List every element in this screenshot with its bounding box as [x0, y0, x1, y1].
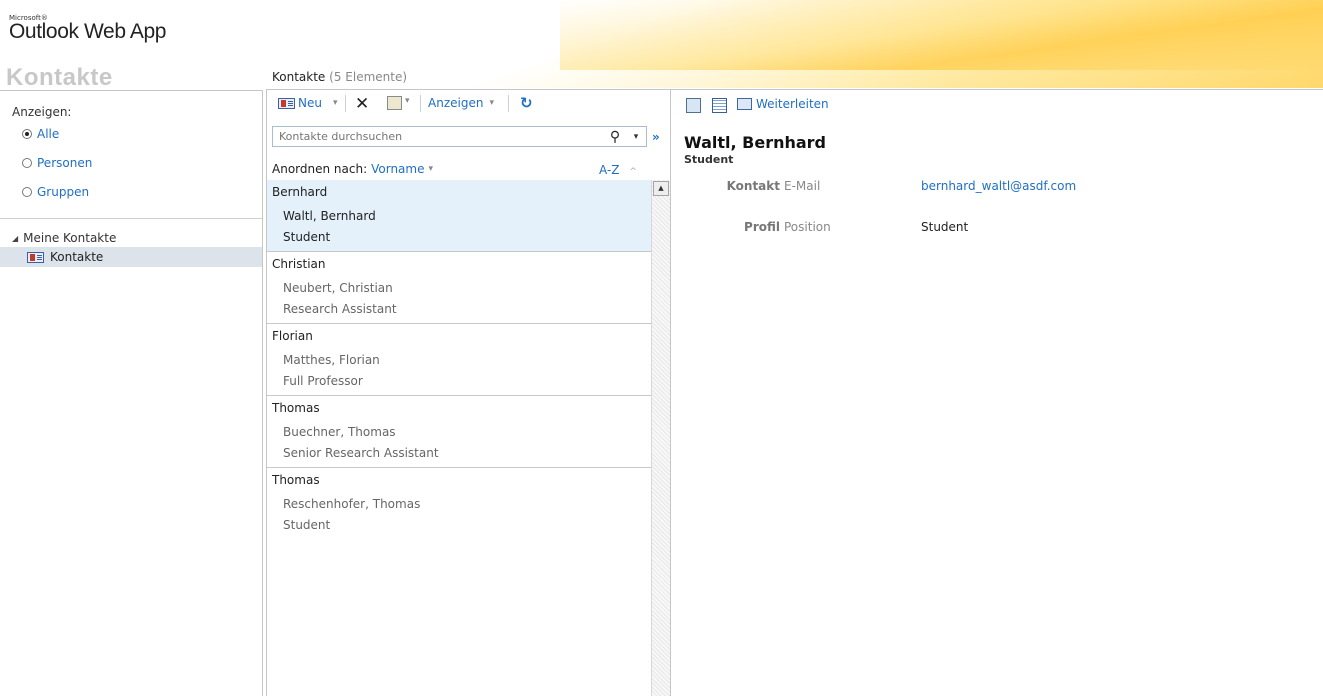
sort-order-toggle[interactable]: A-Z ^	[599, 163, 637, 177]
contact-title: Research Assistant	[283, 302, 397, 316]
app-logo: Outlook Web App	[9, 20, 167, 43]
filter-persons[interactable]: Personen	[22, 156, 92, 170]
group-header: Bernhard	[272, 185, 328, 199]
navigation-pane: Anzeigen: Alle Personen Gruppen ◢ Meine …	[0, 90, 263, 696]
contact-list-pane: Neu ▾ ✕ ▾ Anzeigen ▾ ↻ ⚲ ▾ » Anordnen na…	[266, 89, 671, 696]
section-contact: Kontakt	[726, 179, 780, 193]
search-icon[interactable]: ⚲	[604, 129, 626, 145]
group-header: Christian	[272, 257, 326, 271]
radio-checked-icon[interactable]	[22, 129, 32, 139]
header-decoration	[560, 0, 1323, 70]
contact-row[interactable]: Thomas Reschenhofer, Thomas Student	[267, 468, 651, 540]
sort-order-label: A-Z	[599, 163, 620, 177]
view-button[interactable]: Anzeigen ▾	[428, 96, 494, 110]
move-copy-icon[interactable]	[387, 96, 402, 110]
group-header: Thomas	[272, 473, 320, 487]
contact-name: Matthes, Florian	[283, 353, 380, 367]
list-title-text: Kontakte	[272, 70, 326, 84]
forward-envelope-icon	[737, 98, 752, 110]
sort-bar: Anordnen nach: Vorname ▾	[272, 162, 433, 176]
search-input[interactable]	[273, 127, 604, 146]
contacts-folder-icon	[27, 251, 44, 263]
contact-display-subtitle: Student	[684, 153, 734, 166]
email-link[interactable]: bernhard_waltl@asdf.com	[921, 179, 1076, 193]
sort-ascending-icon: ^	[629, 167, 637, 177]
contact-title: Full Professor	[283, 374, 363, 388]
tree-my-contacts[interactable]: ◢ Meine Kontakte	[12, 231, 116, 245]
forward-button[interactable]: Weiterleiten	[737, 97, 829, 111]
expand-search-icon[interactable]: »	[652, 130, 660, 144]
contact-row[interactable]: Florian Matthes, Florian Full Professor	[267, 324, 651, 396]
folder-contacts-label: Kontakte	[50, 250, 104, 264]
contact-name: Reschenhofer, Thomas	[283, 497, 421, 511]
search-box: ⚲ ▾	[272, 126, 647, 147]
chevron-down-icon[interactable]: ▾	[333, 98, 338, 108]
contact-row[interactable]: Christian Neubert, Christian Research As…	[267, 252, 651, 324]
contact-title: Student	[283, 230, 331, 244]
list-count: (5 Elemente)	[329, 70, 408, 84]
tree-my-contacts-label: Meine Kontakte	[23, 231, 117, 245]
folder-contacts[interactable]: Kontakte	[0, 247, 262, 267]
show-filter-label: Anzeigen:	[12, 105, 72, 119]
group-header: Thomas	[272, 401, 320, 415]
list-title: Kontakte (5 Elemente)	[272, 70, 407, 84]
scroll-up-icon[interactable]: ▲	[653, 181, 669, 196]
chevron-down-icon[interactable]: ▾	[405, 96, 410, 106]
section-profile: Profil	[744, 220, 780, 234]
delete-icon[interactable]: ✕	[355, 94, 369, 114]
filter-groups[interactable]: Gruppen	[22, 185, 89, 199]
view-button-label: Anzeigen	[428, 96, 484, 110]
contact-name: Neubert, Christian	[283, 281, 393, 295]
position-label: Position	[784, 220, 831, 234]
email-label: E-Mail	[784, 179, 821, 193]
radio-icon[interactable]	[22, 187, 32, 197]
filter-all-label: Alle	[37, 127, 60, 141]
contact-name: Buechner, Thomas	[283, 425, 396, 439]
contact-name: Waltl, Bernhard	[283, 209, 376, 223]
toolbar-divider	[420, 95, 421, 112]
contact-display-name: Waltl, Bernhard	[684, 133, 826, 152]
list-toolbar: Neu ▾ ✕ ▾ Anzeigen ▾ ↻	[267, 90, 670, 118]
reading-pane: Weiterleiten Waltl, Bernhard Student Kon…	[670, 89, 1323, 696]
contact-row[interactable]: Bernhard Waltl, Bernhard Student	[267, 180, 651, 252]
edit-contact-icon[interactable]	[686, 98, 701, 113]
chevron-down-icon[interactable]: ▾	[489, 98, 494, 108]
sort-field-dropdown[interactable]: Vorname	[371, 162, 424, 176]
list-scrollbar[interactable]: ▲	[651, 180, 670, 696]
refresh-icon[interactable]: ↻	[520, 94, 533, 112]
filter-all[interactable]: Alle	[22, 127, 59, 141]
contact-row[interactable]: Thomas Buechner, Thomas Senior Research …	[267, 396, 651, 468]
new-contact-button[interactable]: Neu ▾	[278, 96, 338, 110]
toolbar-divider	[345, 95, 346, 112]
app-header: Microsoft® Outlook Web App Kontakte	[0, 0, 1323, 91]
expand-triangle-icon[interactable]: ◢	[12, 234, 18, 243]
toolbar-divider	[508, 95, 509, 112]
position-value: Student	[921, 220, 969, 234]
filter-groups-label: Gruppen	[37, 185, 90, 199]
filter-persons-label: Personen	[37, 156, 93, 170]
contact-title: Student	[283, 518, 331, 532]
nav-divider	[0, 218, 262, 219]
module-title: Kontakte	[6, 64, 113, 91]
new-contact-icon	[278, 97, 295, 109]
move-dropdown[interactable]: ▾	[405, 96, 410, 106]
calendar-icon[interactable]	[712, 98, 727, 113]
forward-label: Weiterleiten	[756, 97, 829, 111]
group-header: Florian	[272, 329, 313, 343]
new-button-label: Neu	[298, 96, 322, 110]
contact-list: Bernhard Waltl, Bernhard Student Christi…	[267, 180, 651, 696]
contact-title: Senior Research Assistant	[283, 446, 439, 460]
search-options-icon[interactable]: ▾	[626, 132, 646, 142]
sort-label: Anordnen nach:	[272, 162, 368, 176]
radio-icon[interactable]	[22, 158, 32, 168]
chevron-down-icon[interactable]: ▾	[428, 164, 433, 174]
